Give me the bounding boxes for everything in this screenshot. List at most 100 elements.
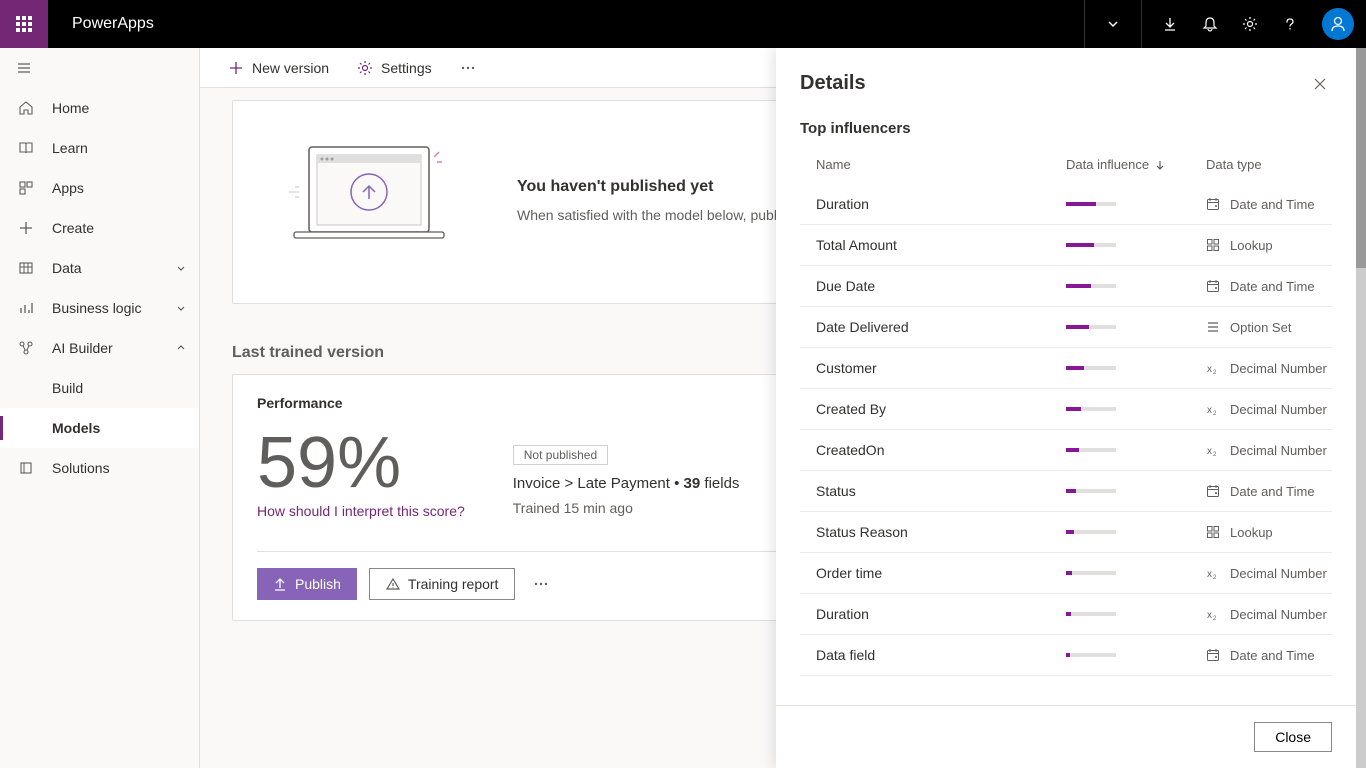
new-version-button[interactable]: New version — [220, 56, 337, 80]
model-breadcrumb: Invoice > Late Payment • 39 fields — [513, 475, 740, 492]
publish-status-badge: Not published — [513, 445, 608, 465]
nav-create[interactable]: Create — [0, 208, 199, 248]
close-icon[interactable] — [1308, 72, 1332, 96]
nav-label: Business logic — [52, 300, 142, 316]
row-type: x2 Decimal Number — [1206, 443, 1332, 458]
lookup-icon — [1206, 238, 1220, 252]
training-report-button[interactable]: Training report — [369, 568, 516, 600]
row-influence — [1066, 571, 1206, 575]
row-influence — [1066, 366, 1206, 370]
chevron-down-icon — [175, 302, 187, 314]
svg-text:2: 2 — [1213, 411, 1217, 416]
notifications-icon[interactable] — [1190, 0, 1230, 48]
row-type: Date and Time — [1206, 648, 1332, 663]
ai-icon — [16, 338, 36, 358]
nav-data[interactable]: Data — [0, 248, 199, 288]
row-influence — [1066, 243, 1206, 247]
row-type: Date and Time — [1206, 197, 1332, 212]
row-influence — [1066, 489, 1206, 493]
row-type: x2 Decimal Number — [1206, 607, 1332, 622]
decimal-icon: x2 — [1206, 443, 1220, 457]
publish-button[interactable]: Publish — [257, 568, 357, 600]
table-row[interactable]: Duration Date and Time — [800, 184, 1332, 225]
details-panel: Details Top influencers Name Data influe… — [776, 48, 1356, 768]
row-type: Date and Time — [1206, 484, 1332, 499]
plus-icon — [228, 60, 244, 76]
table-row[interactable]: Duration x2 Decimal Number — [800, 594, 1332, 635]
table-row[interactable]: CreatedOn x2 Decimal Number — [800, 430, 1332, 471]
row-influence — [1066, 407, 1206, 411]
environment-dropdown[interactable] — [1093, 0, 1133, 48]
app-title: PowerApps — [72, 15, 154, 33]
user-avatar[interactable] — [1322, 8, 1354, 40]
column-name[interactable]: Name — [816, 157, 1066, 172]
more-actions-button[interactable] — [527, 570, 555, 598]
interpret-score-link[interactable]: How should I interpret this score? — [257, 503, 465, 519]
close-button[interactable]: Close — [1254, 722, 1332, 752]
nav-label: Learn — [52, 140, 88, 156]
table-row[interactable]: Created By x2 Decimal Number — [800, 389, 1332, 430]
decimal-icon: x2 — [1206, 361, 1220, 375]
row-name: Status Reason — [816, 524, 1066, 540]
row-influence — [1066, 530, 1206, 534]
more-commands-button[interactable] — [452, 56, 484, 80]
nav-apps[interactable]: Apps — [0, 168, 199, 208]
calendar-icon — [1206, 648, 1220, 662]
nav-solutions[interactable]: Solutions — [0, 448, 199, 488]
table-row[interactable]: Customer x2 Decimal Number — [800, 348, 1332, 389]
solutions-icon — [16, 458, 36, 478]
table-row[interactable]: Due Date Date and Time — [800, 266, 1332, 307]
row-type: Option Set — [1206, 320, 1332, 335]
waffle-icon — [16, 16, 32, 32]
nav-label: Home — [52, 100, 89, 116]
panel-title: Details — [800, 72, 866, 95]
column-influence[interactable]: Data influence — [1066, 157, 1206, 172]
help-icon[interactable] — [1270, 0, 1310, 48]
table-row[interactable]: Date Delivered Option Set — [800, 307, 1332, 348]
lookup-icon — [1206, 525, 1220, 539]
svg-text:2: 2 — [1213, 452, 1217, 457]
panel-scrollbar[interactable] — [1356, 48, 1366, 768]
waffle-button[interactable] — [0, 0, 48, 48]
settings-icon[interactable] — [1230, 0, 1270, 48]
influencers-table: Name Data influence Data type Duration D… — [776, 149, 1356, 705]
svg-text:x: x — [1207, 446, 1212, 457]
svg-text:x: x — [1207, 364, 1212, 375]
table-row[interactable]: Status Reason Lookup — [800, 512, 1332, 553]
row-influence — [1066, 325, 1206, 329]
column-type[interactable]: Data type — [1206, 157, 1332, 172]
laptop-illustration — [269, 137, 469, 267]
download-icon[interactable] — [1150, 0, 1190, 48]
row-name: Customer — [816, 360, 1066, 376]
row-type: x2 Decimal Number — [1206, 402, 1332, 417]
top-influencers-heading: Top influencers — [776, 104, 1356, 149]
row-name: Order time — [816, 565, 1066, 581]
nav-label: Create — [52, 220, 94, 236]
row-influence — [1066, 612, 1206, 616]
nav-label: Models — [52, 420, 100, 436]
row-type: x2 Decimal Number — [1206, 361, 1332, 376]
row-type: Lookup — [1206, 238, 1332, 253]
nav-label: AI Builder — [52, 340, 113, 356]
cmd-label: New version — [252, 60, 329, 76]
svg-text:2: 2 — [1213, 575, 1217, 580]
nav-models[interactable]: Models — [0, 408, 199, 448]
svg-text:x: x — [1207, 569, 1212, 580]
nav-home[interactable]: Home — [0, 88, 199, 128]
decimal-icon: x2 — [1206, 607, 1220, 621]
nav-build[interactable]: Build — [0, 368, 199, 408]
data-icon — [16, 258, 36, 278]
nav-learn[interactable]: Learn — [0, 128, 199, 168]
table-row[interactable]: Status Date and Time — [800, 471, 1332, 512]
nav-business-logic[interactable]: Business logic — [0, 288, 199, 328]
table-row[interactable]: Total Amount Lookup — [800, 225, 1332, 266]
nav-ai-builder[interactable]: AI Builder — [0, 328, 199, 368]
row-name: Created By — [816, 401, 1066, 417]
table-row[interactable]: Data field Date and Time — [800, 635, 1332, 676]
nav-label: Data — [52, 260, 82, 276]
calendar-icon — [1206, 197, 1220, 211]
table-row[interactable]: Order time x2 Decimal Number — [800, 553, 1332, 594]
settings-button[interactable]: Settings — [349, 56, 440, 80]
apps-icon — [16, 178, 36, 198]
sidebar-toggle[interactable] — [0, 48, 199, 88]
